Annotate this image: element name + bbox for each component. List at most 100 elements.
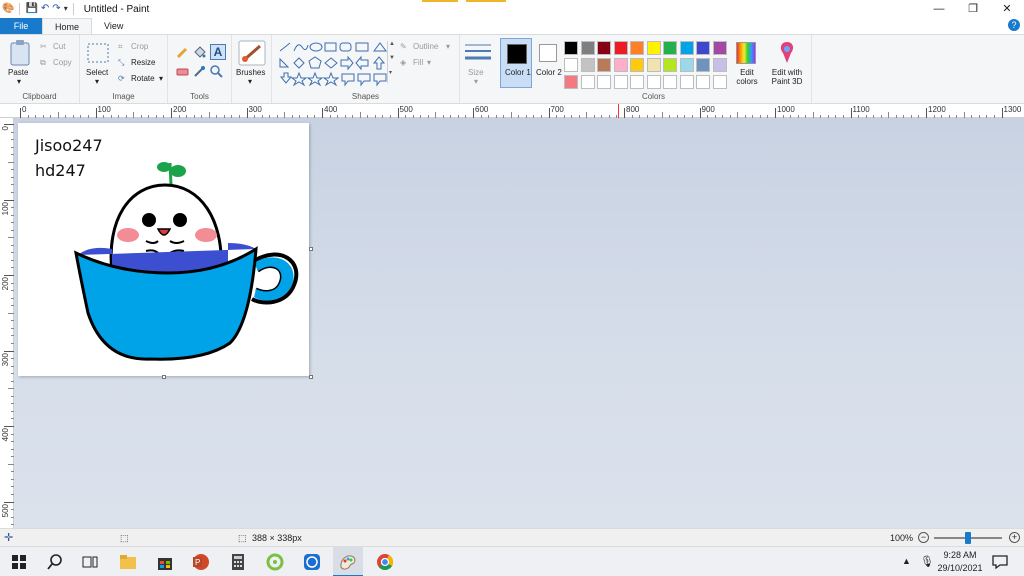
chrome-icon[interactable] (375, 552, 395, 572)
save-icon[interactable]: 💾 (25, 4, 37, 14)
palette-swatch[interactable] (613, 75, 628, 89)
tab-file[interactable]: File (0, 18, 42, 34)
task-view-icon[interactable] (80, 552, 100, 572)
brush-icon[interactable] (238, 40, 266, 66)
fill-button[interactable]: Fill (413, 58, 423, 67)
file-explorer-icon[interactable] (118, 552, 138, 572)
size-chevron-icon[interactable]: ▾ (474, 77, 478, 86)
brushes-button[interactable]: Brushes (236, 68, 265, 77)
calculator-icon[interactable] (228, 552, 248, 572)
palette-swatch[interactable] (630, 41, 644, 55)
outline-chevron-icon[interactable]: ▾ (446, 42, 450, 51)
paint3d-icon[interactable] (778, 41, 796, 65)
palette-swatch[interactable] (712, 41, 727, 55)
color1-selector[interactable] (500, 38, 532, 88)
cut-button[interactable]: Cut (53, 42, 65, 51)
search-icon[interactable] (45, 552, 65, 572)
resize-button[interactable]: Resize (131, 58, 155, 67)
edit-colors-icon[interactable] (736, 42, 756, 64)
clipboard-icon[interactable] (10, 40, 30, 66)
minimize-button[interactable]: — (922, 0, 956, 18)
palette-swatch[interactable] (696, 58, 710, 72)
palette-swatch[interactable] (679, 75, 694, 89)
windows-start-icon[interactable] (9, 552, 29, 572)
drawing-canvas[interactable]: Jisoo247 hd247 (18, 123, 309, 376)
edit-colors-button[interactable]: Edit colors (732, 68, 762, 86)
microphone-icon[interactable]: 🎙 (920, 555, 934, 568)
palette-swatch[interactable] (696, 41, 710, 55)
palette-swatch[interactable] (663, 75, 677, 89)
palette-swatch[interactable] (630, 58, 644, 72)
palette-swatch[interactable] (580, 75, 595, 89)
pencil-icon[interactable] (176, 47, 188, 59)
paint-app-icon[interactable]: 🎨 (2, 4, 14, 14)
palette-swatch[interactable] (630, 75, 644, 89)
palette-swatch[interactable] (646, 75, 661, 89)
canvas-resize-handle-corner[interactable] (309, 375, 313, 379)
palette-swatch[interactable] (712, 75, 727, 89)
edit-with-paint3d-button[interactable]: Edit with Paint 3D (766, 68, 808, 86)
palette-swatch[interactable] (613, 41, 628, 55)
palette-swatch[interactable] (597, 75, 611, 89)
zoom-out-button[interactable]: − (918, 532, 929, 543)
paste-button[interactable]: Paste (8, 68, 28, 77)
brushes-chevron-icon[interactable]: ▾ (248, 77, 252, 86)
customize-chevron-icon[interactable]: ▾ (64, 4, 68, 14)
crop-button[interactable]: Crop (131, 42, 148, 51)
palette-swatch[interactable] (663, 58, 677, 72)
color-picker-icon[interactable] (193, 65, 206, 78)
rotate-chevron-icon[interactable]: ▾ (159, 74, 163, 83)
eraser-icon[interactable] (176, 67, 189, 77)
palette-swatch[interactable] (696, 75, 710, 89)
rotate-button[interactable]: Rotate (131, 74, 155, 83)
app-icon-blue[interactable] (302, 552, 322, 572)
notifications-icon[interactable] (990, 552, 1010, 572)
palette-swatch[interactable] (712, 58, 727, 72)
size-button[interactable]: Size (468, 68, 484, 77)
palette-swatch[interactable] (580, 41, 595, 55)
tray-chevron-icon[interactable]: ▲ (902, 556, 911, 566)
app-icon-green[interactable] (265, 552, 285, 572)
select-icon[interactable] (87, 43, 109, 63)
palette-swatch[interactable] (646, 41, 661, 55)
tab-view[interactable]: View (92, 18, 135, 34)
fill-chevron-icon[interactable]: ▾ (427, 58, 431, 67)
undo-icon[interactable]: ↶ (41, 4, 49, 14)
zoom-in-button[interactable]: + (1009, 532, 1020, 543)
palette-swatch[interactable] (597, 58, 611, 72)
restore-button[interactable]: ❐ (956, 0, 990, 18)
palette-swatch[interactable] (597, 41, 611, 55)
powerpoint-icon[interactable]: P (191, 552, 211, 572)
shapes-scrollbar[interactable]: ▲ ▼ ▾ (387, 41, 395, 83)
magnifier-icon[interactable] (210, 65, 223, 78)
line-size-icon[interactable] (465, 42, 491, 64)
select-chevron-icon[interactable]: ▾ (95, 77, 99, 86)
select-button[interactable]: Select (86, 68, 108, 77)
palette-swatch[interactable] (613, 58, 628, 72)
palette-swatch[interactable] (580, 58, 595, 72)
clock-date[interactable]: 29/10/2021 (934, 563, 986, 573)
text-tool-icon[interactable]: A (210, 44, 226, 60)
store-icon[interactable] (155, 552, 175, 572)
palette-swatch[interactable] (564, 75, 578, 89)
palette-swatch[interactable] (564, 58, 578, 72)
canvas-resize-handle-right[interactable] (309, 247, 313, 251)
clock-time[interactable]: 9:28 AM (938, 550, 982, 560)
palette-swatch[interactable] (663, 41, 677, 55)
palette-swatch[interactable] (564, 41, 578, 55)
paste-chevron-icon[interactable]: ▾ (17, 77, 21, 86)
palette-swatch[interactable] (679, 58, 694, 72)
zoom-slider-thumb[interactable] (965, 532, 971, 544)
outline-button[interactable]: Outline (413, 42, 438, 51)
redo-icon[interactable]: ↷ (52, 4, 60, 14)
shapes-gallery[interactable] (278, 41, 390, 87)
tab-home[interactable]: Home (42, 18, 93, 34)
palette-swatch[interactable] (646, 58, 661, 72)
close-button[interactable]: ✕ (990, 0, 1024, 18)
color2-swatch[interactable] (539, 44, 557, 62)
palette-swatch[interactable] (679, 41, 694, 55)
paint-taskbar-icon[interactable] (338, 552, 358, 572)
help-icon[interactable]: ? (1008, 19, 1020, 31)
canvas-resize-handle-bottom[interactable] (162, 375, 166, 379)
copy-button[interactable]: Copy (53, 58, 72, 67)
